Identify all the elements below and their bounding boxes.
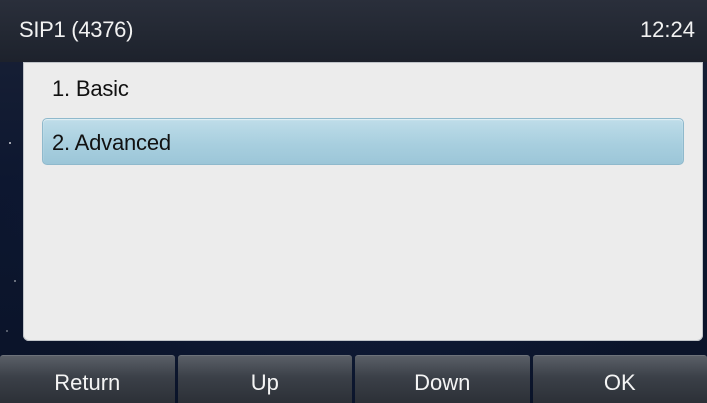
- background-star: [9, 142, 11, 144]
- account-title: SIP1 (4376): [19, 17, 134, 42]
- menu-item-basic[interactable]: 1. Basic: [42, 67, 684, 111]
- background-star: [6, 330, 8, 332]
- status-bar: SIP1 (4376) 12:24: [0, 0, 707, 62]
- clock-time: 12:24: [639, 17, 695, 42]
- menu-item-advanced[interactable]: 2. Advanced: [42, 118, 684, 165]
- softkey-bar: Return Up Down OK: [0, 355, 707, 403]
- background-star: [14, 280, 16, 282]
- menu-panel: 1. Basic 2. Advanced: [23, 62, 703, 341]
- phone-screen: SIP1 (4376) 12:24 1. Basic 2. Advanced R…: [0, 0, 707, 403]
- return-button[interactable]: Return: [0, 355, 175, 403]
- ok-button[interactable]: OK: [532, 355, 707, 403]
- up-button[interactable]: Up: [177, 355, 352, 403]
- down-button[interactable]: Down: [355, 355, 530, 403]
